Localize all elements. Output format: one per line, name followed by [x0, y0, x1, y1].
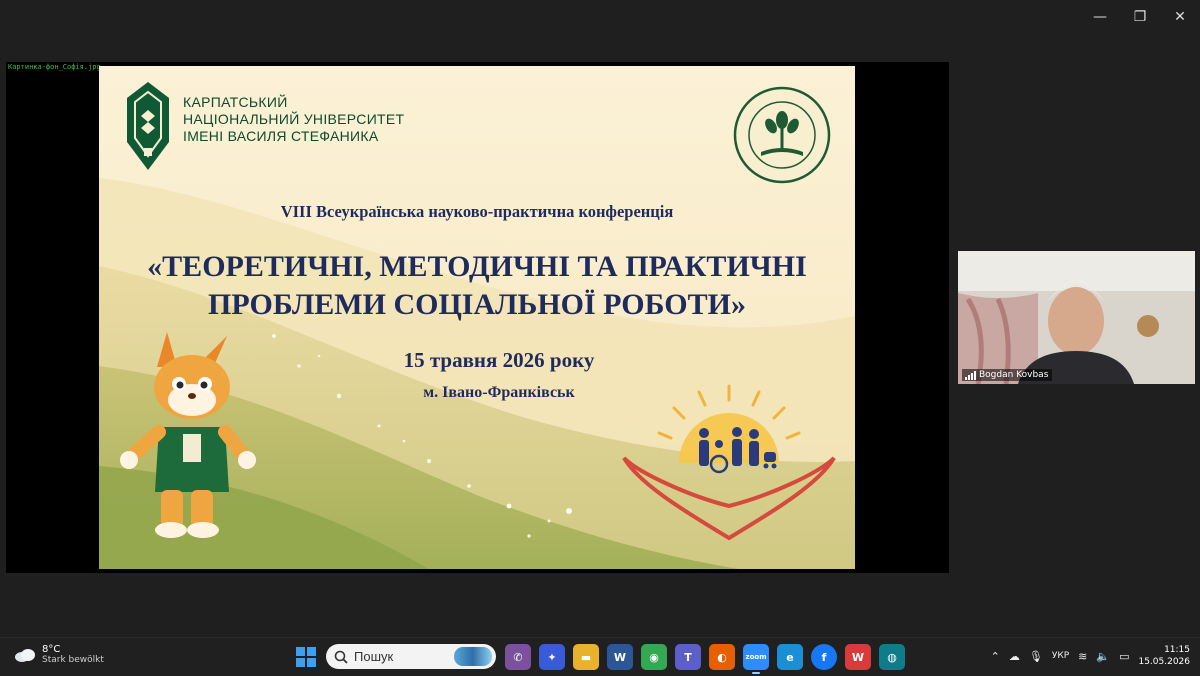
conference-subtitle: VIII Всеукраїнська науково-практична кон…	[280, 202, 674, 221]
word-app-icon[interactable]: W	[607, 644, 633, 670]
wifi-icon[interactable]: ≋	[1078, 650, 1087, 663]
chrome-app-icon[interactable]: ◉	[641, 644, 667, 670]
windows-start-icon[interactable]	[296, 647, 316, 667]
window-controls: — ❐ ✕	[1080, 0, 1200, 34]
wps-app-icon[interactable]: W	[845, 644, 871, 670]
department-seal-logo	[733, 86, 831, 184]
cloud-icon	[15, 648, 35, 662]
search-icon	[334, 650, 348, 664]
shared-file-label: Картинка-фон_Софія.jpg	[8, 63, 101, 71]
presentation-slide: КАРПАТСЬКИЙ НАЦІОНАЛЬНИЙ УНІВЕРСИТЕТ ІМЕ…	[99, 66, 855, 569]
weather-widget[interactable]: 8°C Stark bewölkt	[14, 644, 104, 665]
minimize-button[interactable]: —	[1080, 0, 1120, 34]
search-highlight-image	[454, 647, 492, 666]
social-work-hands-family-icon	[622, 384, 836, 541]
language-indicator[interactable]: УКР	[1052, 651, 1069, 661]
participant-name-label: Bogdan Kovbas	[962, 369, 1053, 381]
close-button[interactable]: ✕	[1160, 0, 1200, 34]
copilot-app-icon[interactable]: ✦	[539, 644, 565, 670]
volume-icon[interactable]: 🔈	[1096, 650, 1110, 663]
file-explorer-app-icon[interactable]: ▬	[573, 644, 599, 670]
clock-date: 15.05.2026	[1138, 657, 1190, 667]
conference-date: 15 травня 2026 року	[403, 348, 595, 372]
facebook-app-icon[interactable]: f	[811, 644, 837, 670]
university-logo	[127, 82, 169, 170]
participant-video-tile[interactable]	[958, 251, 1195, 384]
lynx-mascot-illustration	[120, 332, 256, 538]
viber-app-icon[interactable]: ✆	[505, 644, 531, 670]
search-placeholder: Пошук	[354, 649, 394, 664]
conference-title: «ТЕОРЕТИЧНІ, МЕТОДИЧНІ ТА ПРАКТИЧНІ ПРОБ…	[147, 250, 807, 321]
signal-strength-icon	[965, 370, 976, 380]
onedrive-icon[interactable]: ☁	[1009, 650, 1020, 663]
chevron-up-icon[interactable]: ⌃	[991, 650, 1000, 663]
webex-app-icon[interactable]: ◍	[879, 644, 905, 670]
clock-time: 11:15	[1164, 645, 1190, 655]
weather-description: Stark bewölkt	[42, 655, 104, 665]
participant-video-frame	[958, 251, 1195, 384]
taskbar-search[interactable]: Пошук	[326, 644, 496, 669]
system-tray: ⌃ ☁ 🎙 УКР ≋ 🔈 ▭ 11:15 15.05.2026	[991, 644, 1190, 668]
weather-temperature: 8°C	[42, 644, 61, 655]
zoom-app-icon[interactable]: zoom	[743, 644, 769, 674]
firefox-app-icon[interactable]: ◐	[709, 644, 735, 670]
microphone-icon[interactable]: 🎙	[1029, 650, 1043, 663]
system-clock[interactable]: 11:15 15.05.2026	[1138, 644, 1190, 668]
edge-app-icon[interactable]: e	[777, 644, 803, 670]
windows-taskbar: 8°C Stark bewölkt Пошук ✆ ✦ ▬ W ◉ T ◐ zo…	[0, 637, 1200, 676]
teams-app-icon[interactable]: T	[675, 644, 701, 670]
pinned-apps: ✆ ✦ ▬ W ◉ T ◐ zoom e f W ◍	[505, 644, 905, 674]
university-name: КАРПАТСЬКИЙ НАЦІОНАЛЬНИЙ УНІВЕРСИТЕТ ІМЕ…	[183, 94, 405, 144]
restore-button[interactable]: ❐	[1120, 0, 1160, 34]
battery-icon[interactable]: ▭	[1119, 650, 1129, 663]
